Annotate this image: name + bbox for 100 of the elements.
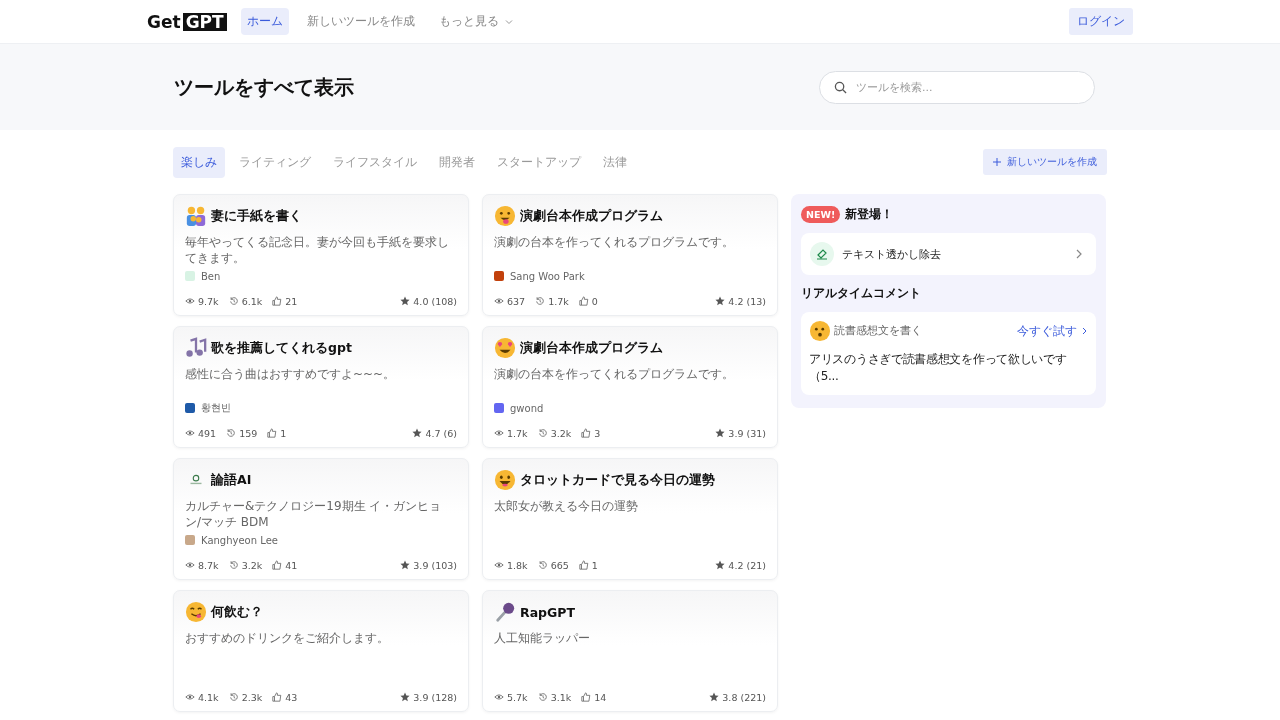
star-icon [412, 428, 423, 438]
tool-description: 感性に合う曲はおすすめですよ~~~。 [185, 366, 397, 382]
logo-text[interactable]: Get [147, 11, 181, 32]
tool-card[interactable]: 妻に手紙を書く 毎年やってくる記念日。妻が今回も手紙を要求してきます。 Ben 9.7k 6.1k 21 4.0 (108) [173, 194, 469, 316]
tool-card[interactable]: 論語AI カルチャー&テクノロジー19期生 イ・ガンヒョン/マッチ BDM Kanghyeon Lee 8.7k 3.2k 41 3.9 (103) [173, 458, 469, 580]
history-icon [226, 428, 237, 438]
tool-title: タロットカードで見る今日の運勢 [520, 471, 715, 489]
use-count: 159 [239, 427, 258, 439]
author-name: 황현빈 [201, 401, 231, 415]
use-count: 3.2k [241, 559, 263, 571]
create-tool-button[interactable]: 新しいツールを作成 [983, 149, 1107, 175]
tool-description: 演劇の台本を作ってくれるプログラムです。 [494, 234, 735, 250]
star-icon [400, 296, 411, 306]
star-icon [400, 692, 411, 702]
author-name: Ben [201, 270, 221, 282]
tool-card[interactable]: RapGPT 人工知能ラッパー 5.7k 3.1k 14 3.8 (221) [482, 590, 778, 712]
tool-card[interactable]: 何飲む？ おすすめのドリンクをご紹介します。 4.1k 2.3k 43 3.9 (128) [173, 590, 469, 712]
eye-icon [185, 296, 195, 306]
tool-title: 演劇台本作成プログラム [520, 207, 663, 225]
eye-icon [185, 560, 195, 570]
thumbs-up-icon [272, 692, 283, 702]
new-tool-link[interactable]: テキスト透かし除去 [801, 233, 1096, 275]
search-field[interactable]: ツールを検索... [819, 70, 1095, 104]
emoji-face-icon [494, 337, 516, 359]
tool-title: 妻に手紙を書く [211, 207, 302, 225]
tool-description: 太郎女が教える今日の運勢 [494, 498, 639, 514]
thumbs-up-icon [578, 296, 589, 306]
comment-tool-name: 読書感想文を書く [834, 324, 922, 338]
tool-title: 歌を推薦してくれるgpt [211, 339, 352, 357]
logo-mark[interactable]: GPT [182, 12, 227, 31]
history-icon [537, 560, 548, 570]
rating: 3.9 (103) [413, 559, 457, 571]
tool-description: 人工知能ラッパー [494, 630, 591, 646]
rating: 4.2 (13) [728, 295, 766, 307]
comment-text: アリスのうさぎで読書感想文を作って欲しいです（5... [809, 351, 1068, 385]
use-count: 3.1k [550, 691, 572, 703]
tool-card[interactable]: 演劇台本作成プログラム 演劇の台本を作ってくれるプログラムです。 gwond 1.7k 3.2k 3 3.9 (31) [482, 326, 778, 448]
like-count: 1 [591, 559, 598, 571]
author-name: gwond [510, 402, 544, 414]
tool-description: 毎年やってくる記念日。妻が今回も手紙を要求してきます。 [185, 234, 450, 266]
tool-title: 何飲む？ [211, 603, 263, 621]
author-name: Sang Woo Park [510, 270, 585, 282]
nav-link[interactable]: もっと見る [432, 8, 519, 35]
tool-description: 演劇の台本を作ってくれるプログラムです。 [494, 366, 735, 382]
history-icon [228, 296, 239, 306]
eye-icon [185, 428, 195, 438]
use-count: 1.7k [548, 295, 569, 307]
login-button[interactable]: ログイン [1069, 8, 1133, 35]
tool-title: 論語AI [211, 471, 252, 489]
tool-description: カルチャー&テクノロジー19期生 イ・ガンヒョン/マッチ BDM [185, 498, 443, 530]
try-now-link[interactable]: 今すぐ試す [1017, 322, 1088, 340]
tool-description: おすすめのドリンクをご紹介します。 [185, 630, 390, 646]
tool-title: RapGPT [520, 604, 575, 620]
eye-icon [494, 428, 504, 438]
tool-card[interactable]: 歌を推薦してくれるgpt 感性に合う曲はおすすめですよ~~~。 황현빈 491 159 1 4.7 (6) [173, 326, 469, 448]
thumbs-up-icon [272, 296, 283, 306]
eraser-icon [810, 242, 834, 266]
thumbs-up-icon [581, 692, 592, 702]
page-title: ツールをすべて表示 [174, 73, 354, 101]
history-icon [228, 560, 239, 570]
emoji-face-icon [809, 320, 831, 342]
view-count: 8.7k [198, 559, 219, 571]
author-name: Kanghyeon Lee [201, 534, 278, 546]
view-count: 4.1k [198, 691, 219, 703]
chevron-right-icon [1081, 327, 1088, 335]
section-heading: リアルタイムコメント [801, 285, 922, 302]
view-count: 637 [507, 295, 526, 307]
thumbs-up-icon [272, 560, 283, 570]
view-count: 1.7k [507, 427, 528, 439]
tool-title: 演劇台本作成プログラム [520, 339, 663, 357]
star-icon [715, 296, 726, 306]
eye-icon [494, 296, 504, 306]
history-icon [228, 692, 239, 702]
history-icon [537, 428, 548, 438]
category-tab[interactable]: 楽しみ [173, 146, 225, 178]
tool-card[interactable]: 演劇台本作成プログラム 演劇の台本を作ってくれるプログラムです。 Sang Woo Park 637 1.7k 0 4.2 (13) [482, 194, 778, 316]
use-count: 2.3k [241, 691, 263, 703]
section-heading: 新登場！ [845, 206, 894, 223]
microphone-icon [494, 601, 516, 623]
emoji-face-icon [494, 205, 516, 227]
eye-icon [494, 560, 504, 570]
tool-card[interactable]: タロットカードで見る今日の運勢 太郎女が教える今日の運勢 1.8k 665 1 4.2 (21) [482, 458, 778, 580]
emoji-face-icon [185, 601, 207, 623]
rating: 3.9 (128) [413, 691, 457, 703]
rating: 3.8 (221) [722, 691, 766, 703]
view-count: 1.8k [507, 559, 528, 571]
use-count: 665 [550, 559, 569, 571]
nav-link[interactable]: 新しいツールを作成 [300, 8, 421, 35]
thumbs-up-icon [578, 560, 589, 570]
thumbs-up-icon [267, 428, 278, 438]
like-count: 3 [594, 427, 601, 439]
nav-link[interactable]: ホーム [240, 8, 289, 35]
rating: 3.9 (31) [728, 427, 766, 439]
rating: 4.2 (21) [728, 559, 766, 571]
like-count: 43 [285, 691, 298, 703]
plus-icon [993, 158, 1001, 166]
view-count: 491 [198, 427, 217, 439]
like-count: 21 [285, 295, 298, 307]
new-badge: NEW! [801, 206, 841, 223]
like-count: 41 [285, 559, 298, 571]
